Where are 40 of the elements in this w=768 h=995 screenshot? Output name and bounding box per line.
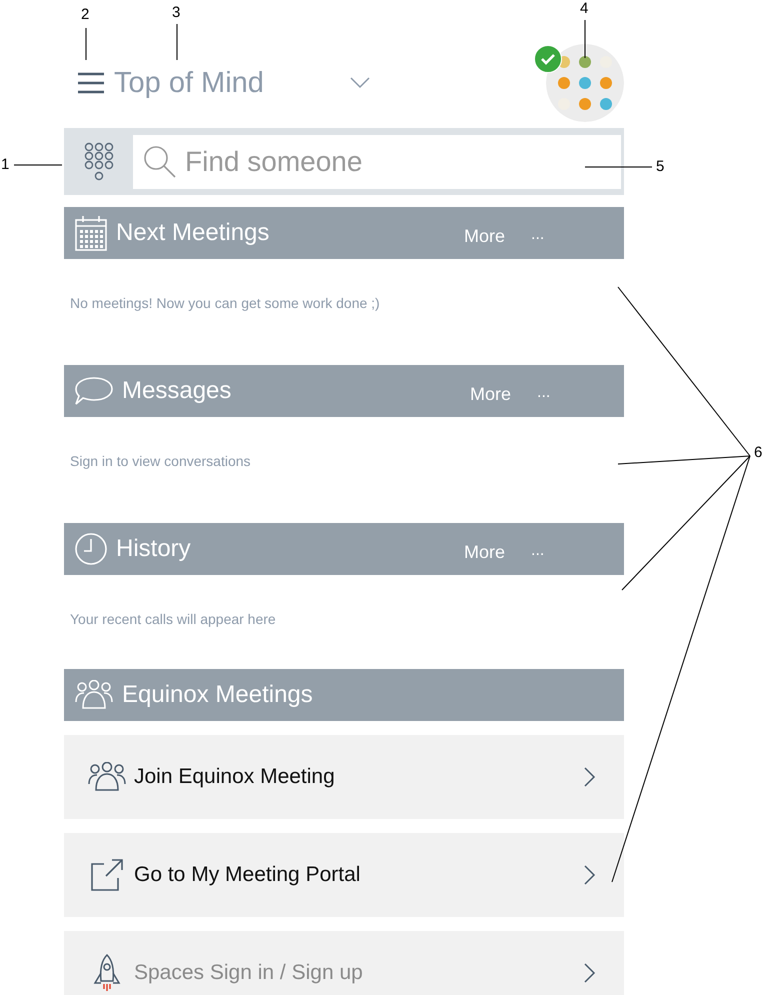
more-options-button[interactable]: ...	[531, 226, 544, 244]
search-field[interactable]: Find someone	[133, 135, 621, 189]
empty-message: Your recent calls will appear here	[70, 611, 276, 627]
more-options-button[interactable]: ...	[537, 384, 550, 402]
section-title: Equinox Meetings	[122, 681, 314, 709]
people-icon	[74, 680, 114, 710]
people-icon	[87, 762, 127, 792]
callout-number: 5	[656, 158, 664, 175]
more-link[interactable]: More	[464, 542, 506, 562]
menu-icon[interactable]	[78, 72, 104, 94]
empty-message: Sign in to view conversations	[70, 453, 251, 469]
rocket-icon	[93, 953, 121, 993]
section-title: History	[116, 535, 192, 563]
external-link-icon	[90, 858, 124, 892]
callout-number: 3	[172, 4, 180, 21]
more-options-button[interactable]: ...	[531, 542, 544, 560]
section-title: Messages	[122, 377, 232, 405]
leader-line	[14, 164, 62, 166]
view-title[interactable]: Top of Mind	[114, 66, 350, 100]
calendar-icon	[74, 214, 108, 252]
callout-number: 6	[754, 444, 762, 461]
leader-line	[176, 24, 178, 60]
section-title: Next Meetings	[116, 219, 270, 247]
empty-message: No meetings! Now you can get some work done ;)	[70, 295, 380, 311]
callout-number: 4	[580, 0, 588, 17]
speech-bubble-icon	[74, 376, 114, 406]
chevron-right-icon	[584, 767, 596, 787]
menu-item[interactable]: Join Equinox Meeting	[64, 735, 624, 819]
chevron-down-icon[interactable]	[350, 77, 370, 89]
callout-number: 1	[1, 156, 10, 173]
callout-number: 2	[81, 6, 90, 23]
leader-line	[584, 166, 652, 168]
chevron-right-icon	[584, 865, 596, 885]
clock-icon	[74, 532, 108, 566]
more-link[interactable]: More	[464, 226, 506, 246]
more-link[interactable]: More	[470, 384, 512, 404]
menu-item[interactable]: Go to My Meeting Portal	[64, 833, 624, 917]
search-icon	[143, 145, 177, 179]
leader-line	[584, 20, 586, 58]
chevron-right-icon	[584, 963, 596, 983]
